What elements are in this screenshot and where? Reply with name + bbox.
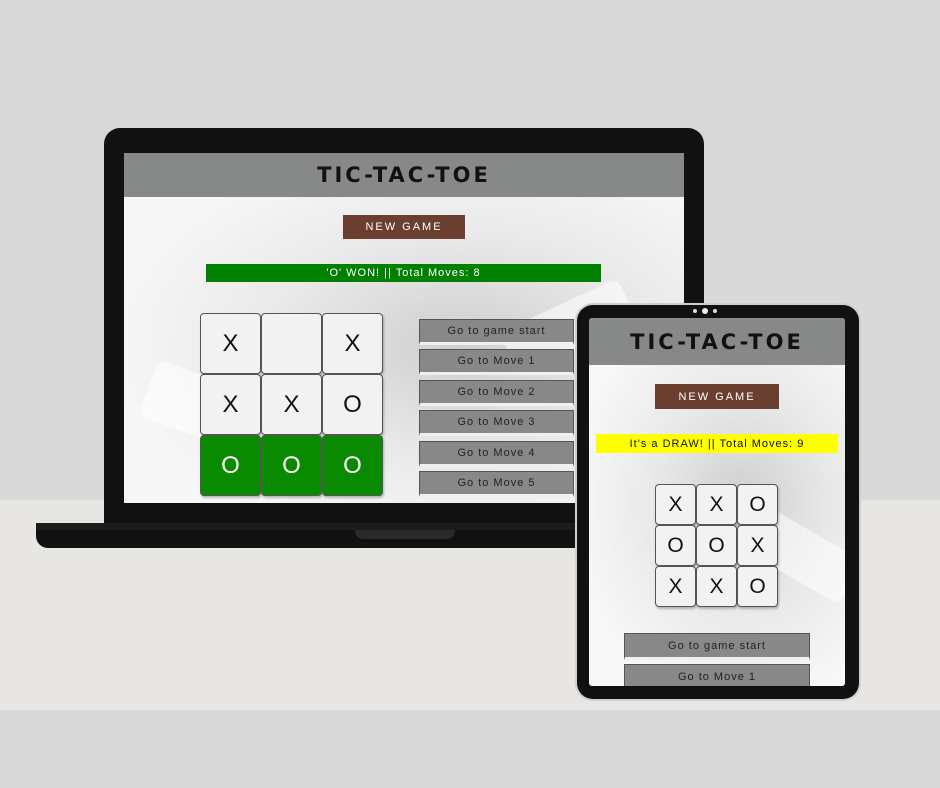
game-status-banner: It's a DRAW! || Total Moves: 9 [596,434,838,453]
go-to-game-start-button[interactable]: Go to game start [624,633,810,660]
go-to-game-start-button[interactable]: Go to game start [419,319,574,345]
board-cell[interactable]: X [200,374,261,435]
board-cell[interactable]: X [737,525,778,566]
game-board: XXOOOXXXO [655,484,778,607]
app-title: TIC-TAC-TOE [630,329,804,354]
board-cell[interactable]: X [696,484,737,525]
game-status-banner: 'O' WON! || Total Moves: 8 [206,264,601,282]
go-to-move-button[interactable]: Go to Move 2 [419,379,574,406]
board-cell[interactable]: O [737,566,778,607]
board-cell[interactable]: X [322,313,383,374]
board-cell[interactable]: O [737,484,778,525]
board-cell[interactable]: X [261,374,322,435]
app-title: TIC-TAC-TOE [317,163,491,187]
go-to-move-button[interactable]: Go to Move 4 [419,440,574,467]
app-header: TIC-TAC-TOE [124,153,684,197]
board-cell[interactable]: O [200,435,261,496]
app-header: TIC-TAC-TOE [589,318,845,365]
tablet-screen: TIC-TAC-TOE NEW GAME It's a DRAW! || Tot… [589,318,845,686]
go-to-move-button[interactable]: Go to Move 1 [419,349,574,376]
game-board: XXXXOOOO [200,313,383,496]
go-to-move-button[interactable]: Go to Move 1 [624,664,810,686]
go-to-move-button[interactable]: Go to Move 5 [419,471,574,497]
tablet-sensor [713,309,717,313]
board-cell[interactable]: O [655,525,696,566]
board-cell[interactable]: X [696,566,737,607]
board-cell[interactable]: O [696,525,737,566]
tablet-sensor [693,309,697,313]
board-cell[interactable]: O [261,435,322,496]
laptop-trackpad-notch [355,530,455,539]
board-cell[interactable]: X [655,566,696,607]
tablet-camera-icon [702,308,708,314]
new-game-button[interactable]: NEW GAME [655,384,779,409]
go-to-move-button[interactable]: Go to Move 3 [419,410,574,437]
board-cell[interactable]: O [322,435,383,496]
new-game-button[interactable]: NEW GAME [343,215,465,239]
board-cell[interactable]: X [200,313,261,374]
board-cell[interactable]: O [322,374,383,435]
board-cell[interactable] [261,313,322,374]
board-cell[interactable]: X [655,484,696,525]
